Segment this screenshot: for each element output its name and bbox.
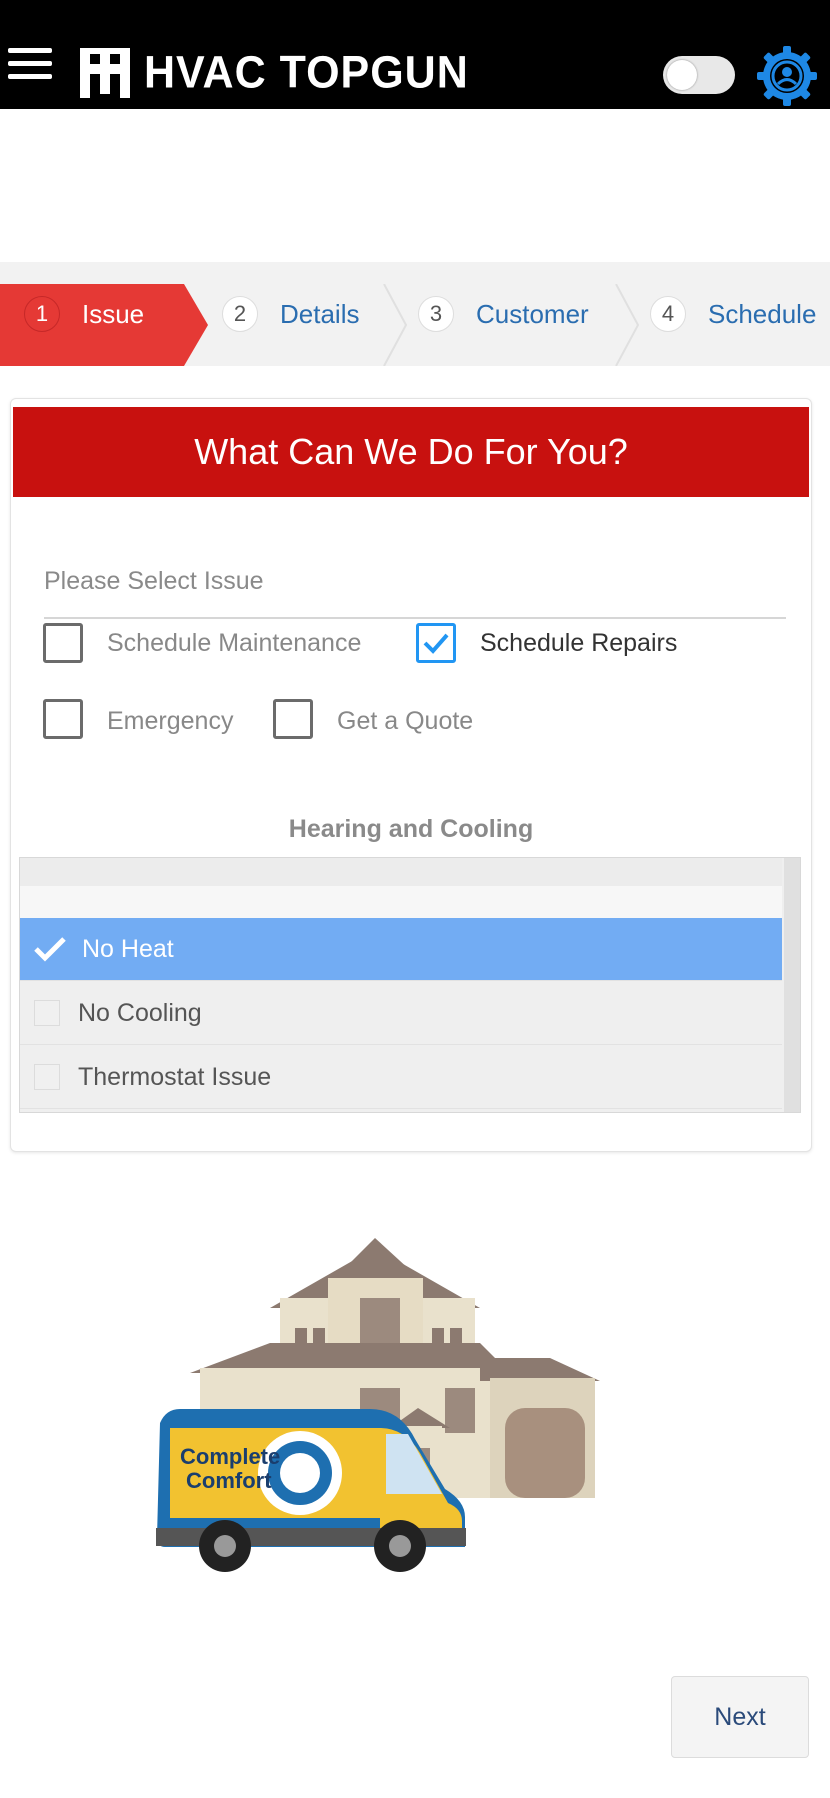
checkbox-schedule-repairs[interactable] [416, 623, 456, 663]
listbox-header [20, 858, 782, 886]
label-schedule-maintenance: Schedule Maintenance [107, 629, 362, 657]
step-separator-2 [615, 284, 640, 366]
toggle-knob [667, 60, 697, 90]
checkmark-icon [34, 937, 66, 962]
label-schedule-repairs: Schedule Repairs [480, 629, 678, 657]
listbox-blank-row [20, 886, 782, 922]
step-customer[interactable]: 3 Customer [418, 284, 589, 344]
listbox-scrollbar[interactable] [784, 858, 800, 1112]
van-brand-line1: Complete [180, 1444, 280, 1469]
step-label: Customer [476, 298, 589, 329]
unchecked-box [34, 1000, 60, 1026]
step-number: 2 [222, 296, 258, 332]
list-item-label: Thermostat Issue [78, 1062, 272, 1091]
checkbox-emergency[interactable] [43, 699, 83, 739]
select-issue-label: Please Select Issue [44, 567, 264, 595]
step-schedule[interactable]: 4 Schedule [650, 284, 816, 344]
step-number: 4 [650, 296, 686, 332]
brand-logo: HVAC TOPGUN [78, 44, 469, 102]
list-item-label: No Cooling [78, 998, 202, 1027]
card-title: What Can We Do For You? [13, 407, 809, 497]
list-item-no-heat[interactable]: No Heat [20, 918, 782, 981]
checkmark-icon [423, 633, 449, 654]
wizard-stepper: 1 Issue 2 Details 3 Customer 4 Schedule [0, 262, 830, 366]
brand-name: HVAC TOPGUN [144, 47, 469, 98]
checkbox-schedule-maintenance[interactable] [43, 623, 83, 663]
issue-listbox[interactable]: No Heat No Cooling Thermostat Issue [19, 857, 801, 1113]
step-label: Schedule [708, 298, 817, 329]
step-issue[interactable]: 1 Issue [24, 284, 144, 344]
step-label: Details [280, 298, 360, 329]
account-settings-icon[interactable] [755, 44, 819, 108]
theme-toggle[interactable] [663, 56, 735, 94]
label-get-a-quote: Get a Quote [337, 707, 474, 735]
issue-card: What Can We Do For You? Please Select Is… [10, 398, 812, 1152]
next-button[interactable]: Next [671, 1676, 809, 1758]
van-brand-line2: Comfort [186, 1468, 272, 1493]
house-and-van-illustration: Complete Comfort [156, 1238, 600, 1572]
list-item-thermostat-issue[interactable]: Thermostat Issue [20, 1046, 782, 1109]
step-details[interactable]: 2 Details [222, 284, 359, 344]
list-item-label: No Heat [82, 934, 174, 963]
step-number: 1 [24, 296, 60, 332]
select-underline [44, 617, 786, 619]
checkbox-get-a-quote[interactable] [273, 699, 313, 739]
top-bar: HVAC TOPGUN [0, 0, 830, 109]
list-item-no-cooling[interactable]: No Cooling [20, 982, 782, 1045]
section-title: Hearing and Cooling [288, 815, 534, 843]
step-label: Issue [82, 298, 145, 329]
step-separator-1 [383, 284, 408, 366]
brand-mark-icon [80, 48, 130, 98]
step-number: 3 [418, 296, 454, 332]
label-emergency: Emergency [107, 707, 234, 735]
menu-icon[interactable] [8, 48, 52, 84]
unchecked-box [34, 1064, 60, 1090]
